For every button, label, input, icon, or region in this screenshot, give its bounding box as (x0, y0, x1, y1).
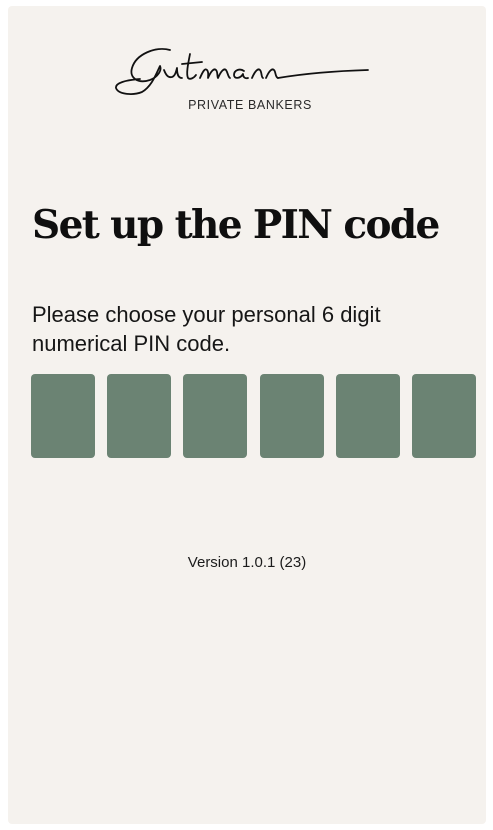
pin-digit-3[interactable] (183, 374, 248, 458)
gutmann-script-logo-icon (115, 48, 369, 95)
pin-input-group[interactable] (31, 374, 476, 458)
pin-setup-screen: PRIVATE BANKERS Set up the PIN code Plea… (8, 6, 486, 824)
app-version-label: Version 1.0.1 (23) (187, 554, 307, 571)
pin-instructions: Please choose your personal 6 digit nume… (32, 302, 381, 356)
pin-digit-1[interactable] (31, 374, 95, 458)
pin-digit-5[interactable] (335, 374, 400, 458)
page-title: Set up the PIN code (32, 202, 440, 248)
pin-digit-2[interactable] (107, 374, 172, 458)
logo-subtitle: PRIVATE BANKERS (188, 98, 312, 112)
pin-digit-4[interactable] (259, 374, 324, 458)
gutmann-logo: PRIVATE BANKERS (8, 44, 486, 116)
pin-digit-6[interactable] (411, 374, 476, 458)
